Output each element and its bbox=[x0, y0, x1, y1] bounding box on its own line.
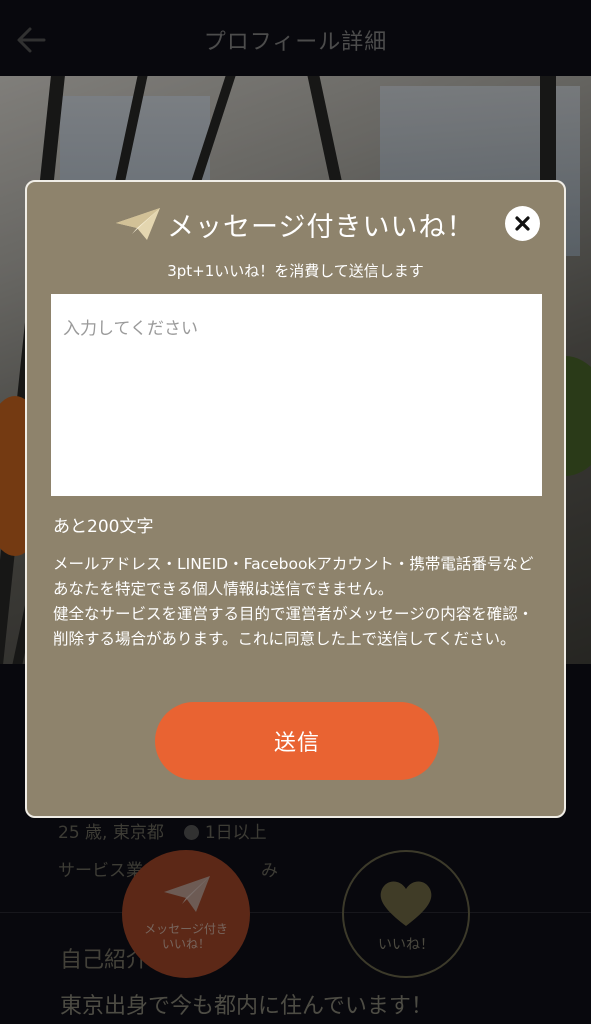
message-input[interactable] bbox=[51, 294, 542, 496]
send-button[interactable]: 送信 bbox=[155, 702, 439, 780]
notice-personal-info: メールアドレス・LINEID・Facebookアカウント・携帯電話番号などあなた… bbox=[53, 555, 534, 598]
cost-notice: 3pt+1いいね！を消費して送信します bbox=[167, 262, 424, 280]
modal-title: メッセージ付きいいね！ bbox=[115, 202, 474, 246]
paper-plane-icon bbox=[116, 208, 160, 240]
notice-moderation: 健全なサービスを運営する目的で運営者がメッセージの内容を確認・削除する場合があり… bbox=[53, 605, 534, 648]
message-like-modal: メッセージ付きいいね！ 3pt+1いいね！を消費して送信します あと200文字 … bbox=[25, 180, 566, 818]
modal-title-text: メッセージ付きいいね！ bbox=[167, 211, 475, 243]
close-icon bbox=[515, 216, 530, 231]
privacy-notice: メールアドレス・LINEID・Facebookアカウント・携帯電話番号などあなた… bbox=[53, 552, 545, 652]
close-button[interactable] bbox=[505, 206, 540, 241]
remaining-characters: あと200文字 bbox=[53, 517, 154, 537]
